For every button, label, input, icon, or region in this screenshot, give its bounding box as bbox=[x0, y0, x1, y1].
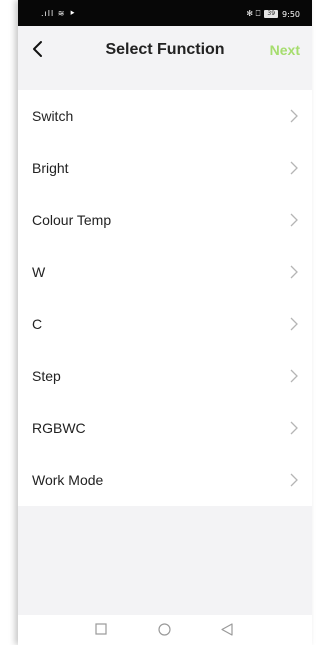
chevron-right-icon bbox=[290, 161, 298, 175]
signal-wifi-icons: .ıll ≋ ⯈ bbox=[41, 9, 77, 18]
function-label: Colour Temp bbox=[32, 212, 112, 228]
square-icon[interactable] bbox=[95, 623, 107, 635]
function-label: W bbox=[32, 264, 46, 280]
chevron-right-icon bbox=[290, 421, 298, 435]
chevron-right-icon bbox=[290, 265, 298, 279]
chevron-right-icon bbox=[290, 317, 298, 331]
function-item-w[interactable]: W bbox=[18, 246, 312, 298]
status-bar: .ıll ≋ ⯈ ✻ ⎕ 39 9:50 bbox=[18, 0, 312, 26]
status-time: 9:50 bbox=[282, 9, 300, 19]
function-label: Work Mode bbox=[32, 472, 104, 488]
header: Select Function Next bbox=[18, 26, 312, 70]
bluetooth-vibrate-icons: ✻ ⎕ bbox=[246, 9, 261, 18]
function-item-work-mode[interactable]: Work Mode bbox=[18, 454, 312, 506]
function-label: C bbox=[32, 316, 43, 332]
function-label: Step bbox=[32, 368, 61, 384]
next-button[interactable]: Next bbox=[270, 42, 300, 58]
chevron-right-icon bbox=[290, 109, 298, 123]
phone-screen: .ıll ≋ ⯈ ✻ ⎕ 39 9:50 Select Function Nex… bbox=[18, 0, 312, 645]
battery-icon: 39 bbox=[264, 10, 279, 18]
function-list: Switch Bright Colour Temp W C Step RGBWC bbox=[18, 90, 312, 506]
function-item-colour-temp[interactable]: Colour Temp bbox=[18, 194, 312, 246]
system-nav-bar bbox=[18, 615, 312, 645]
function-label: RGBWC bbox=[32, 420, 86, 436]
function-item-c[interactable]: C bbox=[18, 298, 312, 350]
function-item-switch[interactable]: Switch bbox=[18, 90, 312, 142]
function-item-rgbwc[interactable]: RGBWC bbox=[18, 402, 312, 454]
chevron-right-icon bbox=[290, 369, 298, 383]
chevron-right-icon bbox=[290, 473, 298, 487]
function-item-bright[interactable]: Bright bbox=[18, 142, 312, 194]
function-label: Switch bbox=[32, 108, 74, 124]
circle-icon[interactable] bbox=[158, 623, 171, 636]
status-right-group: ✻ ⎕ 39 9:50 bbox=[246, 9, 300, 19]
function-item-step[interactable]: Step bbox=[18, 350, 312, 402]
page-title: Select Function bbox=[105, 41, 225, 58]
function-label: Bright bbox=[32, 160, 69, 176]
triangle-icon[interactable] bbox=[221, 623, 233, 636]
chevron-right-icon bbox=[290, 213, 298, 227]
